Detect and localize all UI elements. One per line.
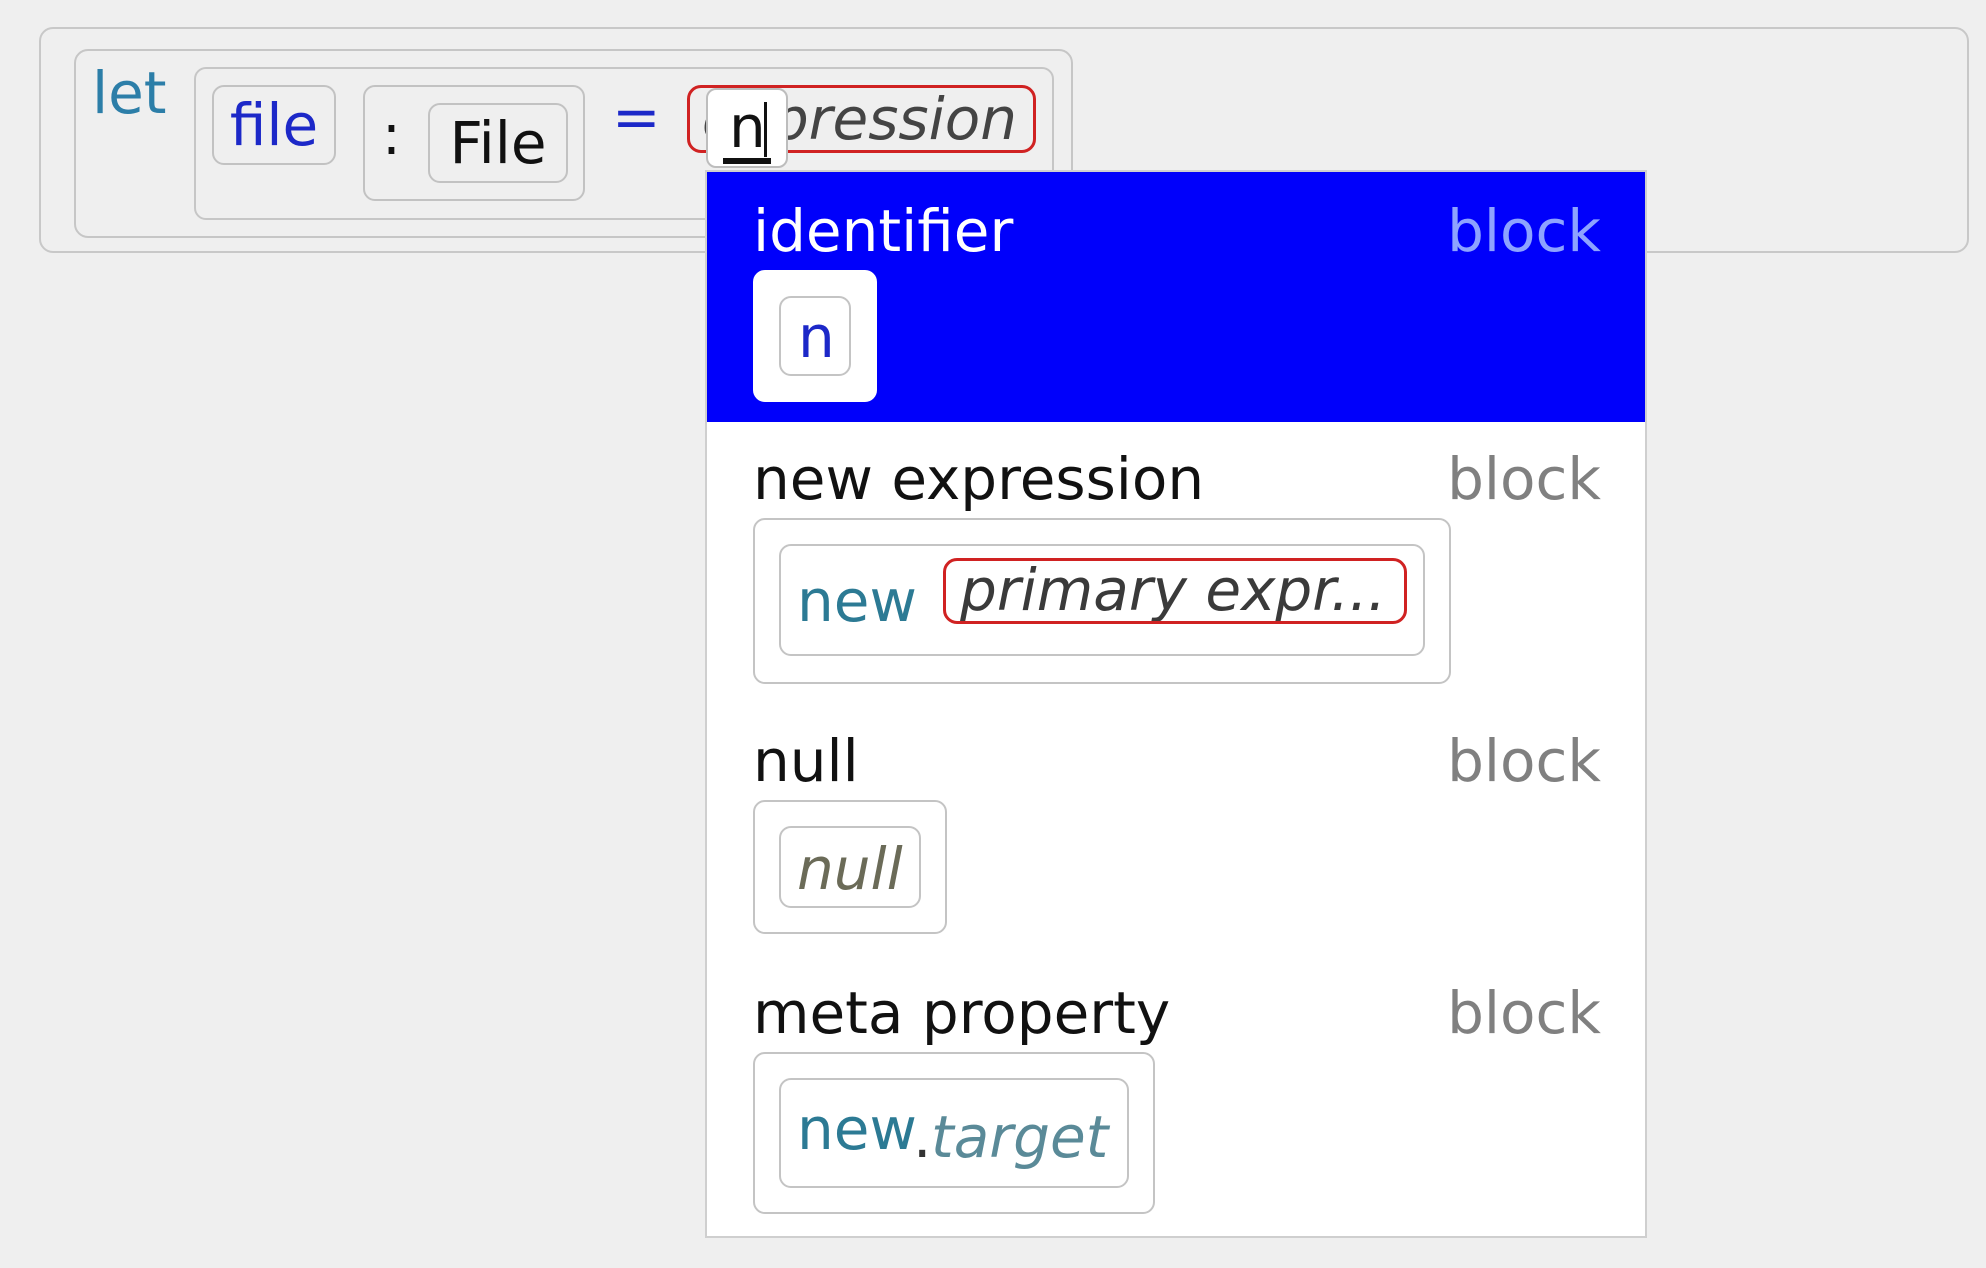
preview-new-expression: new primary expr...: [779, 544, 1425, 656]
preview-dot: .: [913, 1103, 932, 1171]
preview-null-text: null: [797, 835, 903, 903]
option-preview: new primary expr...: [753, 518, 1451, 684]
completion-popup: identifier block n new expression block …: [705, 170, 1647, 1238]
preview-null-literal: null: [779, 826, 921, 908]
option-kind: block: [1447, 197, 1601, 265]
option-title: meta property: [753, 979, 1171, 1047]
option-preview: new . target: [753, 1052, 1155, 1214]
option-kind: block: [1447, 445, 1601, 513]
preview-identifier-text: n: [798, 303, 835, 371]
option-preview: n: [753, 270, 877, 402]
option-title: null: [753, 727, 859, 795]
option-kind: block: [1447, 727, 1601, 795]
completion-option-new-expression[interactable]: new expression block new primary expr...: [707, 422, 1645, 702]
option-kind: block: [1447, 979, 1601, 1047]
preview-target-property: target: [931, 1103, 1109, 1171]
preview-meta-property: new . target: [779, 1078, 1129, 1188]
type-colon: :: [382, 103, 401, 168]
preview-primary-expr-hole: primary expr...: [943, 558, 1407, 624]
option-preview: null: [753, 800, 947, 934]
text-caret: [764, 102, 767, 157]
preview-new-keyword: new: [797, 1095, 917, 1163]
preview-new-keyword: new: [797, 567, 917, 635]
input-underline: [723, 158, 771, 164]
let-keyword: let: [92, 59, 167, 127]
identifier-chip[interactable]: file: [212, 85, 336, 165]
preview-identifier-chip: n: [779, 296, 851, 376]
structure-editor: let file : File = expression n identifie…: [0, 0, 1986, 1268]
completion-option-null[interactable]: null block null: [707, 702, 1645, 952]
completion-input-text: n: [729, 93, 766, 161]
completion-option-meta-property[interactable]: meta property block new . target: [707, 952, 1645, 1236]
option-title: identifier: [753, 197, 1014, 265]
option-title: new expression: [753, 445, 1205, 513]
completion-option-identifier[interactable]: identifier block n: [707, 172, 1645, 422]
type-name-chip[interactable]: File: [428, 103, 568, 183]
equals-operator: =: [612, 83, 661, 151]
